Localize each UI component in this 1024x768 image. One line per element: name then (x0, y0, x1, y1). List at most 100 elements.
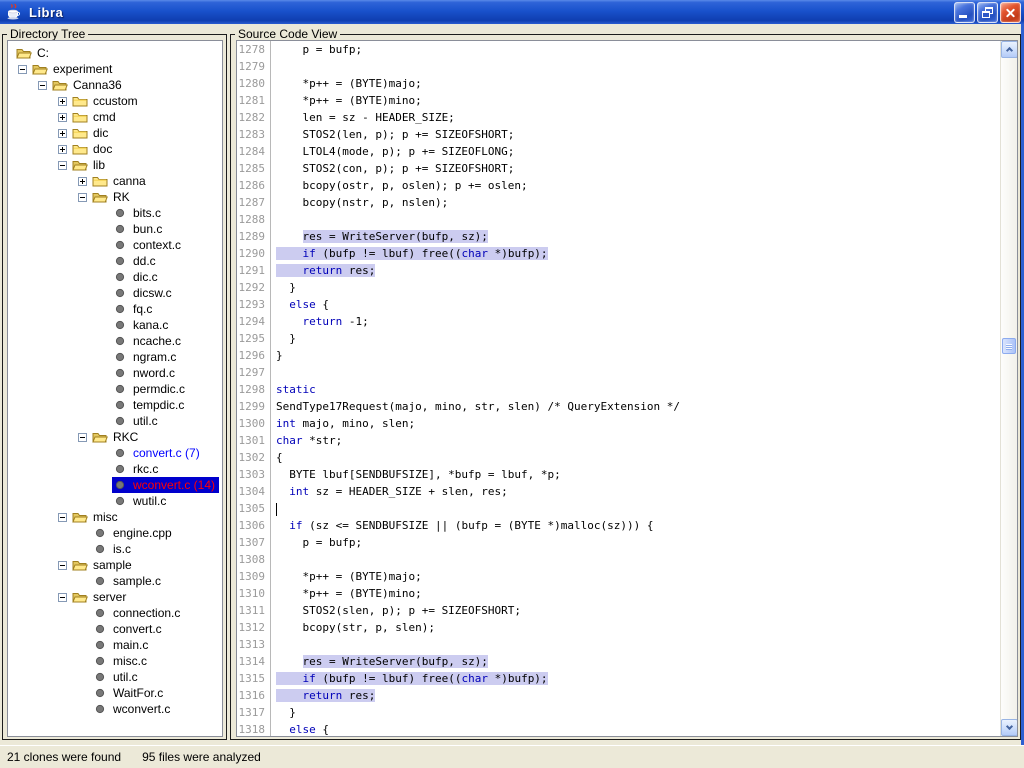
tree-row-content[interactable]: connection.c (92, 605, 184, 621)
tree-item-canna[interactable]: canna (8, 173, 222, 189)
expand-plus-icon[interactable] (58, 145, 67, 154)
expand-plus-icon[interactable] (58, 97, 67, 106)
tree-item-server[interactable]: server (8, 589, 222, 605)
tree-item-ncache-c[interactable]: ncache.c (8, 333, 222, 349)
tree-item-experiment[interactable]: experiment (8, 61, 222, 77)
tree-item-sample[interactable]: sample (8, 557, 222, 573)
tree-row-content[interactable]: sample.c (92, 573, 165, 589)
scrollbar-thumb[interactable] (1002, 338, 1016, 354)
tree-item-lib[interactable]: lib (8, 157, 222, 173)
tree-row-content[interactable]: tempdic.c (112, 397, 188, 413)
tree-item-util-c[interactable]: util.c (8, 413, 222, 429)
tree-item-kana-c[interactable]: kana.c (8, 317, 222, 333)
tree-selection[interactable]: wconvert.c (14) (112, 477, 219, 493)
scroll-down-icon[interactable] (1001, 719, 1018, 736)
tree-item-engine-cpp[interactable]: engine.cpp (8, 525, 222, 541)
directory-tree[interactable]: C:experimentCanna36ccustomcmddicdoclibca… (7, 40, 223, 737)
collapse-minus-icon[interactable] (58, 561, 67, 570)
tree-item-is-c[interactable]: is.c (8, 541, 222, 557)
expand-plus-icon[interactable] (78, 177, 87, 186)
tree-row-content[interactable]: server (72, 589, 130, 605)
tree-row-content[interactable]: kana.c (112, 317, 172, 333)
tree-item-waitfor-c[interactable]: WaitFor.c (8, 685, 222, 701)
tree-row-content[interactable]: ngram.c (112, 349, 180, 365)
tree-row-content[interactable]: context.c (112, 237, 185, 253)
tree-row-content[interactable]: rkc.c (112, 461, 162, 477)
tree-item-convert-c[interactable]: convert.c (8, 621, 222, 637)
tree-row-content[interactable]: Canna36 (52, 77, 126, 93)
tree-row-content[interactable]: is.c (92, 541, 135, 557)
scroll-up-icon[interactable] (1001, 41, 1018, 58)
tree-item-misc-c[interactable]: misc.c (8, 653, 222, 669)
tree-row-content[interactable]: convert.c (7) (112, 445, 204, 461)
tree-item-util-c[interactable]: util.c (8, 669, 222, 685)
tree-row-content[interactable]: cmd (72, 109, 120, 125)
tree-item-bits-c[interactable]: bits.c (8, 205, 222, 221)
restore-icon[interactable] (977, 2, 998, 23)
tree-row-content[interactable]: bun.c (112, 221, 166, 237)
expand-plus-icon[interactable] (58, 129, 67, 138)
tree-item-dicsw-c[interactable]: dicsw.c (8, 285, 222, 301)
tree-row-content[interactable]: dicsw.c (112, 285, 176, 301)
tree-item-connection-c[interactable]: connection.c (8, 605, 222, 621)
tree-row-content[interactable]: engine.cpp (92, 525, 176, 541)
tree-item-sample-c[interactable]: sample.c (8, 573, 222, 589)
tree-item-dic-c[interactable]: dic.c (8, 269, 222, 285)
tree-item-doc[interactable]: doc (8, 141, 222, 157)
tree-row-content[interactable]: main.c (92, 637, 152, 653)
tree-item-rk[interactable]: RK (8, 189, 222, 205)
collapse-minus-icon[interactable] (58, 513, 67, 522)
tree-item-wconvert-c[interactable]: wconvert.c (8, 701, 222, 717)
tree-item-context-c[interactable]: context.c (8, 237, 222, 253)
tree-row-content[interactable]: misc.c (92, 653, 151, 669)
tree-row-content[interactable]: misc (72, 509, 122, 525)
tree-item-permdic-c[interactable]: permdic.c (8, 381, 222, 397)
collapse-minus-icon[interactable] (78, 433, 87, 442)
tree-item-main-c[interactable]: main.c (8, 637, 222, 653)
tree-row-content[interactable]: dd.c (112, 253, 160, 269)
tree-row-content[interactable]: ncache.c (112, 333, 185, 349)
tree-row-content[interactable]: C: (16, 45, 53, 61)
tree-row-content[interactable]: fq.c (112, 301, 156, 317)
collapse-minus-icon[interactable] (18, 65, 27, 74)
collapse-minus-icon[interactable] (38, 81, 47, 90)
titlebar[interactable]: Libra (0, 0, 1024, 24)
tree-row-content[interactable]: wconvert.c (92, 701, 174, 717)
tree-row-content[interactable]: experiment (32, 61, 116, 77)
tree-item-c[interactable]: C: (8, 45, 222, 61)
code-lines[interactable]: 1278 p = bufp;12791280 *p++ = (BYTE)majo… (237, 41, 1000, 736)
expand-plus-icon[interactable] (58, 113, 67, 122)
tree-item-cmd[interactable]: cmd (8, 109, 222, 125)
tree-row-content[interactable]: doc (72, 141, 116, 157)
tree-row-content[interactable]: bits.c (112, 205, 165, 221)
tree-row-content[interactable]: lib (72, 157, 109, 173)
tree-item-convert-c-7[interactable]: convert.c (7) (8, 445, 222, 461)
collapse-minus-icon[interactable] (78, 193, 87, 202)
minimize-icon[interactable] (954, 2, 975, 23)
tree-row-content[interactable]: nword.c (112, 365, 179, 381)
tree-row-content[interactable]: ccustom (72, 93, 142, 109)
tree-row-content[interactable]: sample (72, 557, 136, 573)
tree-row-content[interactable]: RKC (92, 429, 142, 445)
tree-item-nword-c[interactable]: nword.c (8, 365, 222, 381)
tree-item-ccustom[interactable]: ccustom (8, 93, 222, 109)
tree-row-content[interactable]: wutil.c (112, 493, 170, 509)
tree-row-content[interactable]: util.c (92, 669, 142, 685)
tree-row-content[interactable]: RK (92, 189, 134, 205)
collapse-minus-icon[interactable] (58, 593, 67, 602)
tree-row-content[interactable]: dic.c (112, 269, 162, 285)
tree-item-tempdic-c[interactable]: tempdic.c (8, 397, 222, 413)
tree-item-misc[interactable]: misc (8, 509, 222, 525)
tree-item-bun-c[interactable]: bun.c (8, 221, 222, 237)
tree-item-wconvert-c-14[interactable]: wconvert.c (14) (8, 477, 222, 493)
source-code-view[interactable]: 1278 p = bufp;12791280 *p++ = (BYTE)majo… (236, 40, 1018, 737)
tree-item-dic[interactable]: dic (8, 125, 222, 141)
tree-row-content[interactable]: convert.c (92, 621, 166, 637)
tree-item-canna36[interactable]: Canna36 (8, 77, 222, 93)
tree-row-content[interactable]: permdic.c (112, 381, 189, 397)
close-icon[interactable] (1000, 2, 1021, 23)
tree-item-rkc[interactable]: RKC (8, 429, 222, 445)
tree-item-fq-c[interactable]: fq.c (8, 301, 222, 317)
tree-item-wutil-c[interactable]: wutil.c (8, 493, 222, 509)
tree-row-content[interactable]: dic (72, 125, 112, 141)
